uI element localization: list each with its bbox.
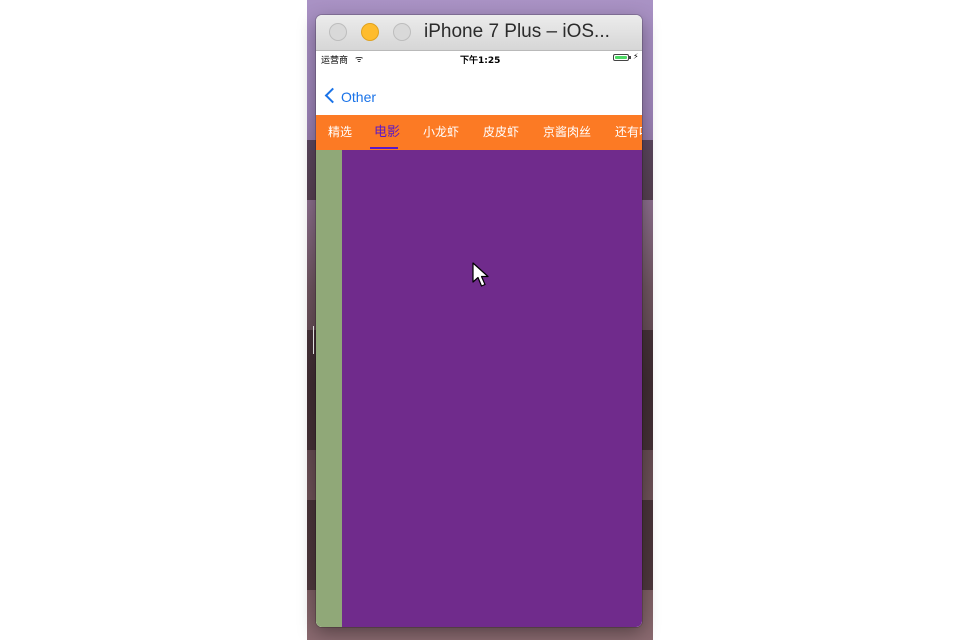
device-screen: 运营商 ᯤ 下午1:25 ⚡ Other 精选 电影 小龙虾 皮皮虾 京酱肉丝 … bbox=[316, 51, 642, 627]
zoom-window-button[interactable] bbox=[393, 23, 411, 41]
tab-haiyoumiao[interactable]: 还有喵 bbox=[615, 115, 642, 150]
tab-jingxuan[interactable]: 精选 bbox=[328, 115, 352, 150]
close-window-button[interactable] bbox=[329, 23, 347, 41]
back-button[interactable]: Other bbox=[341, 89, 376, 105]
category-tab-bar[interactable]: 精选 电影 小龙虾 皮皮虾 京酱肉丝 还有喵 bbox=[316, 115, 642, 150]
minimize-window-button[interactable] bbox=[361, 23, 379, 41]
simulator-window: iPhone 7 Plus – iOS... 运营商 ᯤ 下午1:25 ⚡ Ot… bbox=[316, 15, 642, 627]
tab-pipixia[interactable]: 皮皮虾 bbox=[483, 115, 519, 150]
tab-dianying[interactable]: 电影 bbox=[374, 115, 400, 150]
battery-icon bbox=[613, 54, 631, 61]
charging-icon: ⚡ bbox=[633, 52, 639, 61]
current-page-panel[interactable] bbox=[342, 150, 642, 627]
tab-xiaolongxia[interactable]: 小龙虾 bbox=[423, 115, 459, 150]
navigation-bar: Other bbox=[316, 65, 642, 115]
wifi-icon: ᯤ bbox=[355, 55, 364, 65]
mouse-cursor-icon bbox=[472, 262, 489, 287]
content-scroll-view[interactable] bbox=[316, 150, 642, 627]
tab-jingjiangrousi[interactable]: 京酱肉丝 bbox=[543, 115, 591, 150]
window-titlebar[interactable]: iPhone 7 Plus – iOS... bbox=[316, 15, 642, 51]
status-bar: 运营商 ᯤ 下午1:25 ⚡ bbox=[316, 51, 642, 66]
active-tab-indicator bbox=[370, 147, 398, 149]
chevron-left-icon[interactable] bbox=[324, 87, 341, 104]
window-title: iPhone 7 Plus – iOS... bbox=[424, 21, 610, 42]
previous-page-panel[interactable] bbox=[316, 150, 342, 627]
